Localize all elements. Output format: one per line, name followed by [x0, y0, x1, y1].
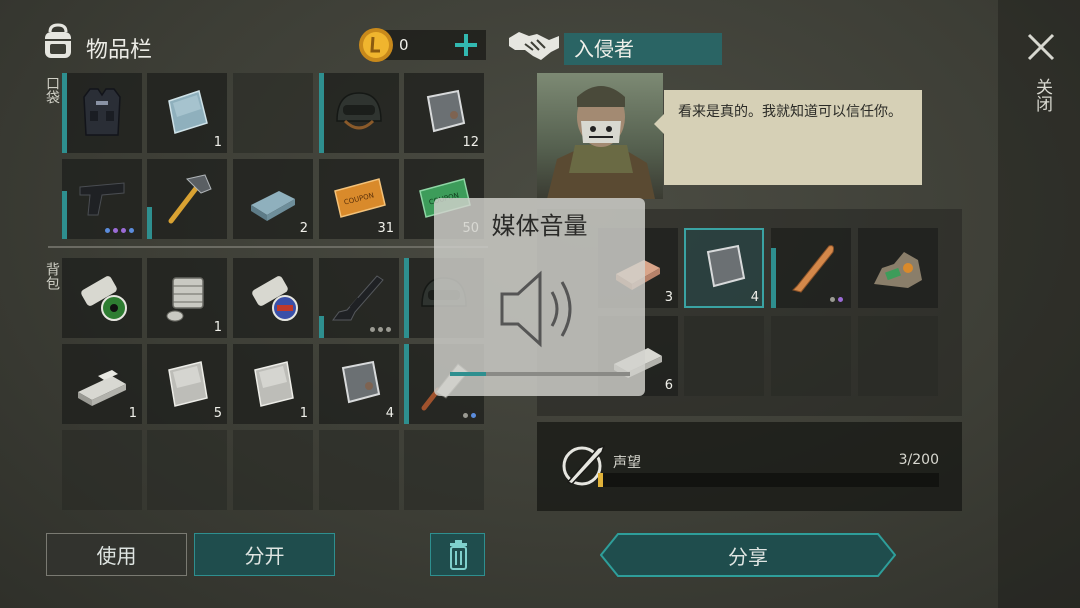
item-count: 12 — [462, 135, 479, 150]
iron-plate-icon — [706, 244, 746, 288]
share-button-label: 分享 — [728, 544, 768, 569]
backpack-slot-steel-sheet[interactable]: 5 — [147, 344, 227, 424]
handshake-icon — [507, 26, 561, 66]
backpack-slot-empty[interactable] — [147, 430, 227, 510]
pocket-slot-iron-plate[interactable]: 12 — [404, 73, 484, 153]
split-button[interactable]: 分开 — [194, 533, 335, 576]
trash-button[interactable] — [430, 533, 485, 576]
item-count: 3 — [664, 290, 673, 305]
item-count: 1 — [213, 135, 222, 150]
backpack-icon — [38, 22, 78, 62]
volume-title: 媒体音量 — [491, 212, 588, 240]
backpack-slot-empty[interactable] — [62, 430, 142, 510]
trade-slot-baseball-bat[interactable] — [771, 228, 851, 308]
item-count: 1 — [213, 320, 222, 335]
trader-portrait — [537, 73, 663, 199]
survivor-avatar — [547, 86, 655, 199]
hammer-icon — [168, 174, 212, 224]
item-count: 4 — [750, 290, 759, 305]
reputation-bar-fill — [598, 473, 604, 487]
pocket-label: 口袋 — [44, 76, 60, 104]
rarity-dots — [830, 297, 843, 302]
pocket-slot-pistol[interactable] — [62, 159, 142, 239]
add-coins-button[interactable] — [452, 30, 480, 60]
close-icon — [1027, 33, 1055, 61]
trade-slot-empty[interactable] — [771, 316, 851, 396]
item-count: 2 — [299, 221, 308, 236]
rarity-dots — [105, 228, 134, 233]
backpack-slot-flag-canister[interactable] — [233, 258, 313, 338]
dialog-text: 看来是真的。我就知道可以信任你。 — [678, 104, 902, 120]
coin-count: 0 — [399, 36, 409, 54]
steel-sheet-icon — [168, 361, 208, 407]
backpack-slot-empty[interactable] — [319, 430, 399, 510]
backpack-label: 背包 — [44, 262, 60, 290]
volume-slider-fill — [450, 372, 486, 376]
item-count: 31 — [377, 221, 394, 236]
dialog-box: 看来是真的。我就知道可以信任你。 — [654, 90, 922, 185]
close-label[interactable]: 关闭 — [1030, 78, 1055, 112]
pocket-slot-hammer[interactable] — [147, 159, 227, 239]
pocket-slot-empty[interactable] — [233, 73, 313, 153]
survival-coupon-icon: COUPON — [334, 178, 386, 218]
volume-slider[interactable] — [450, 372, 630, 376]
item-count: 1 — [299, 406, 308, 421]
backpack-slot-empty[interactable] — [404, 430, 484, 510]
item-count: 4 — [385, 406, 394, 421]
trade-slot-iron-plate[interactable]: 4 — [684, 228, 764, 308]
trader-name: 入侵者 — [564, 33, 722, 65]
steel-sheet-icon — [254, 361, 294, 407]
backpack-slot-iron-plate[interactable]: 4 — [319, 344, 399, 424]
inventory-title: 物品栏 — [86, 38, 153, 63]
speaker-icon — [500, 270, 572, 348]
military-helmet-icon — [336, 92, 382, 130]
backpack-slot-assault-rifle[interactable] — [319, 258, 399, 338]
pocket-slot-police-vest[interactable] — [62, 73, 142, 153]
rarity-dots — [463, 413, 476, 418]
scrap-pile-icon — [874, 252, 922, 288]
pistol-icon — [79, 182, 125, 216]
metal-plate-icon — [168, 90, 208, 134]
assault-rifle-icon — [332, 275, 384, 321]
close-button[interactable] — [1024, 30, 1058, 64]
section-divider — [48, 246, 488, 248]
reputation-value: 3/200 — [898, 452, 939, 468]
police-vest-icon — [83, 88, 121, 136]
backpack-slot-steel-sheet[interactable]: 1 — [233, 344, 313, 424]
use-button[interactable]: 使用 — [46, 533, 187, 576]
pocket-slot-helmet[interactable] — [319, 73, 399, 153]
item-count: 1 — [128, 406, 137, 421]
share-button[interactable]: 分享 — [600, 533, 896, 577]
item-count: 6 — [664, 378, 673, 393]
iron-plate-icon — [341, 360, 381, 404]
reputation-label: 声望 — [613, 455, 641, 471]
reputation-bar — [598, 473, 939, 487]
pocket-slot-metal-plate[interactable]: 1 — [147, 73, 227, 153]
backpack-slot-engine-part[interactable]: 1 — [147, 258, 227, 338]
flag-canister-icon — [252, 276, 298, 321]
iron-plate-icon — [426, 89, 466, 133]
trade-slot-scrap-pile[interactable] — [858, 228, 938, 308]
silver-ingots-icon — [78, 370, 126, 406]
trash-icon — [450, 540, 467, 570]
steel-ingot-icon — [251, 191, 295, 221]
backpack-slot-empty[interactable] — [233, 430, 313, 510]
trade-slot-empty[interactable] — [684, 316, 764, 396]
baseball-bat-icon — [792, 245, 834, 293]
backpack-slot-biohazard-canister[interactable] — [62, 258, 142, 338]
pocket-slot-survival-coupon[interactable]: COUPON 31 — [319, 159, 399, 239]
biohazard-canister-icon — [81, 276, 127, 321]
item-count: 5 — [213, 406, 222, 421]
volume-overlay: 媒体音量 — [434, 198, 645, 396]
pocket-slot-steel-ingot[interactable]: 2 — [233, 159, 313, 239]
coin-icon — [358, 27, 394, 63]
engine-part-icon — [166, 277, 204, 322]
rarity-dots — [370, 327, 391, 332]
trade-slot-empty[interactable] — [858, 316, 938, 396]
backpack-slot-silver-ingots[interactable]: 1 — [62, 344, 142, 424]
